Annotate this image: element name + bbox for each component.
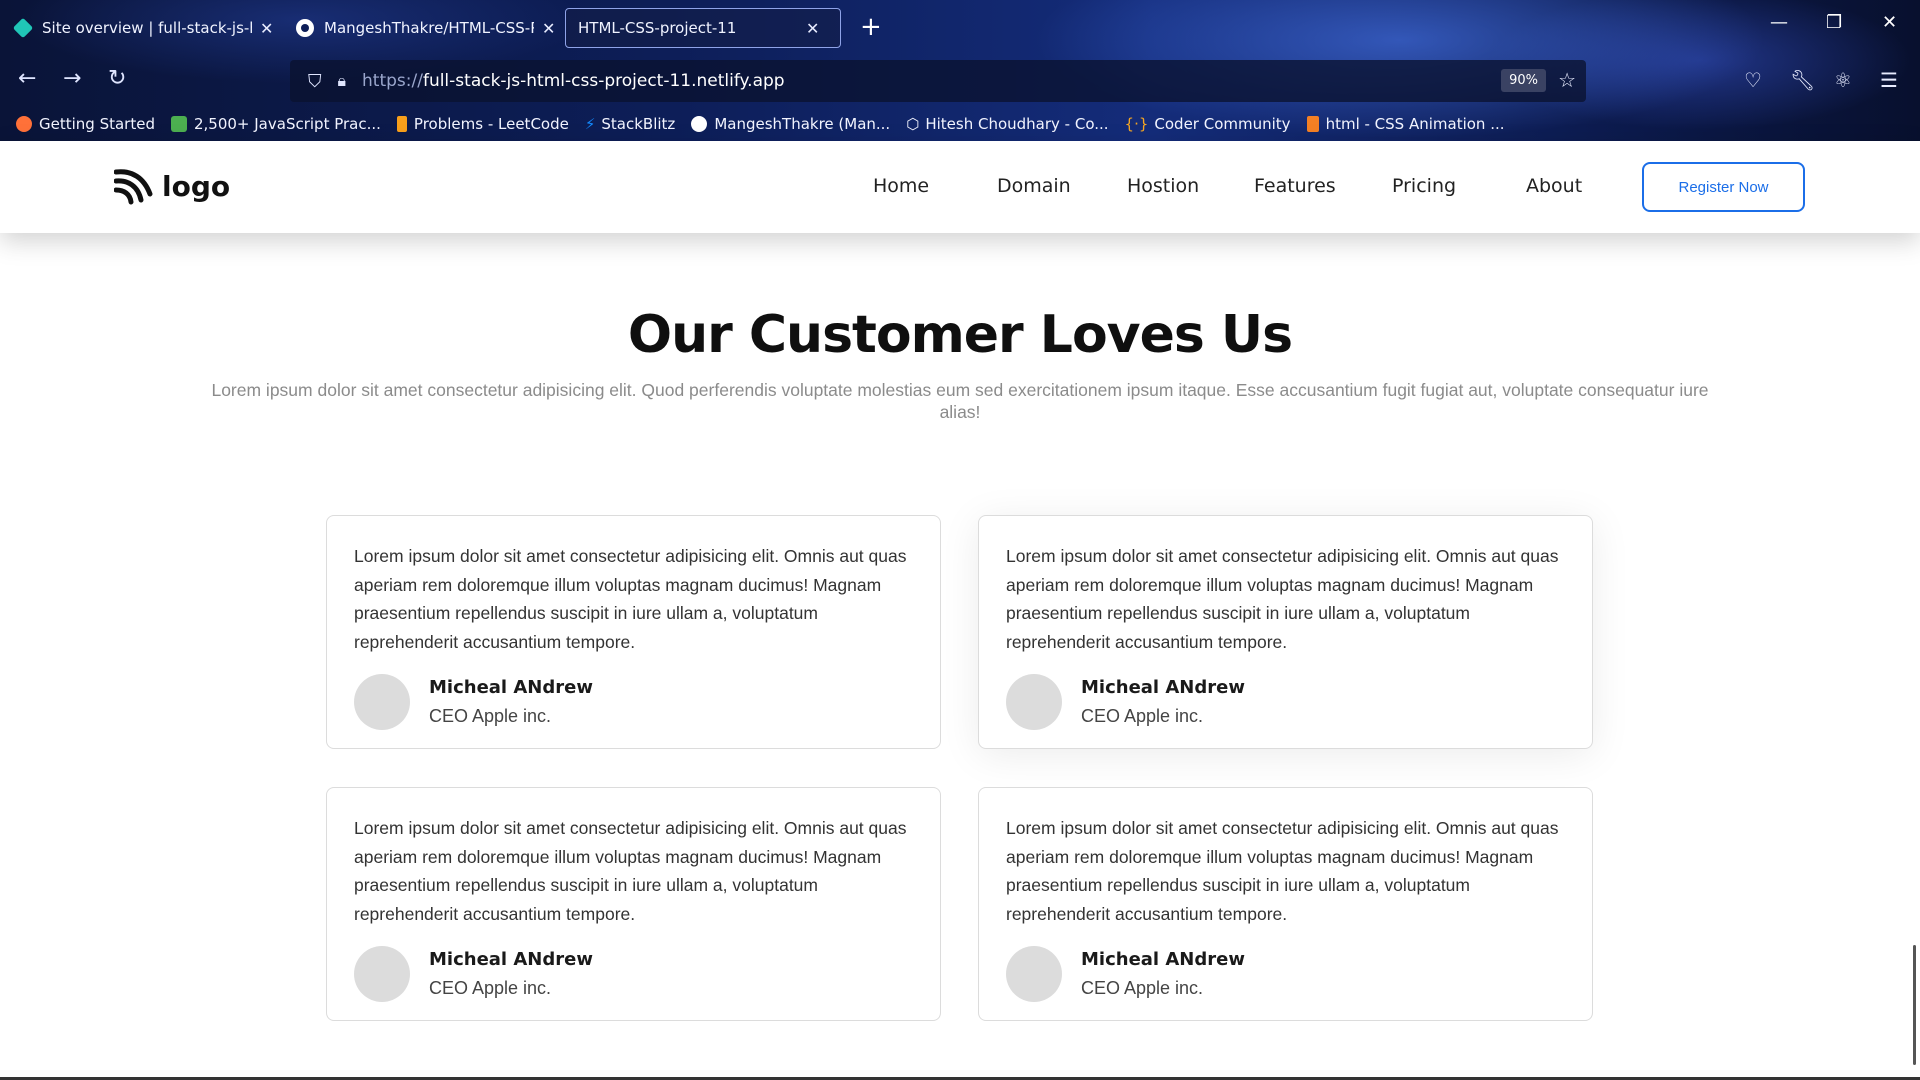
logo-text: logo bbox=[162, 169, 231, 203]
bookmark-label: Problems - LeetCode bbox=[413, 115, 569, 133]
avatar bbox=[354, 674, 410, 730]
stackoverflow-icon bbox=[1306, 116, 1319, 132]
testimonial-card: Lorem ipsum dolor sit amet consectetur a… bbox=[326, 787, 941, 1021]
testimonial-text: Lorem ipsum dolor sit amet consectetur a… bbox=[354, 818, 907, 924]
author-name: Micheal ANdrew bbox=[1081, 949, 1245, 970]
new-tab-button[interactable]: + bbox=[860, 12, 882, 42]
shield-icon[interactable]: ⛉ bbox=[308, 71, 322, 92]
bookmark-label: html - CSS Animation ... bbox=[1325, 115, 1505, 133]
close-icon[interactable]: ✕ bbox=[806, 19, 819, 38]
back-icon[interactable]: ← bbox=[18, 66, 36, 91]
wrench-icon[interactable]: 🔧︎ bbox=[1790, 68, 1815, 92]
url-protocol: https:// bbox=[362, 71, 423, 91]
author-name: Micheal ANdrew bbox=[429, 949, 593, 970]
bookmark-label: 2,500+ JavaScript Prac... bbox=[193, 115, 381, 133]
leetcode-icon bbox=[396, 116, 407, 132]
restore-icon[interactable]: ❐ bbox=[1826, 12, 1842, 33]
tab-title: Site overview | full-stack-js-html bbox=[42, 19, 252, 37]
nav-link-pricing[interactable]: Pricing bbox=[1392, 175, 1456, 197]
react-devtools-icon[interactable]: ⚛ bbox=[1834, 68, 1852, 92]
nav-link-features[interactable]: Features bbox=[1254, 175, 1336, 197]
tab-active-project[interactable]: HTML-CSS-project-11 ✕ bbox=[565, 8, 841, 48]
avatar bbox=[1006, 674, 1062, 730]
address-bar[interactable]: ⛉ 🔒︎ https://full-stack-js-html-css-proj… bbox=[290, 60, 1586, 102]
section-subtitle: Lorem ipsum dolor sit amet consectetur a… bbox=[211, 380, 1709, 422]
cube-icon: ⬡ bbox=[906, 115, 920, 133]
w3resource-icon bbox=[170, 116, 187, 132]
nav-link-domain[interactable]: Domain bbox=[997, 175, 1071, 197]
scrollbar-thumb[interactable] bbox=[1913, 945, 1916, 1065]
nav-link-home[interactable]: Home bbox=[873, 175, 929, 197]
logo-mark-icon bbox=[114, 169, 153, 205]
bookmark-getting-started[interactable]: Getting Started bbox=[16, 115, 155, 133]
tab-title: HTML-CSS-project-11 bbox=[578, 19, 737, 37]
bookmark-label: Hitesh Choudhary - Co... bbox=[925, 115, 1109, 133]
testimonial-card: Lorem ipsum dolor sit amet consectetur a… bbox=[326, 515, 941, 749]
bookmark-css-animation[interactable]: html - CSS Animation ... bbox=[1306, 115, 1505, 133]
register-now-button[interactable]: Register Now bbox=[1642, 162, 1805, 212]
bolt-icon: ⚡︎ bbox=[584, 115, 596, 133]
close-icon[interactable]: ✕ bbox=[260, 19, 273, 38]
avatar bbox=[354, 946, 410, 1002]
avatar bbox=[1006, 946, 1062, 1002]
bookmark-label: MangeshThakre (Man... bbox=[714, 115, 891, 133]
testimonial-text: Lorem ipsum dolor sit amet consectetur a… bbox=[1006, 546, 1559, 652]
bookmarks-bar: Getting Started 2,500+ JavaScript Prac..… bbox=[0, 110, 1920, 138]
lock-icon[interactable]: 🔒︎ bbox=[338, 71, 347, 91]
tab-strip: Site overview | full-stack-js-html ✕ Man… bbox=[0, 0, 1920, 54]
testimonial-text: Lorem ipsum dolor sit amet consectetur a… bbox=[1006, 818, 1559, 924]
author-role: CEO Apple inc. bbox=[429, 706, 552, 726]
section-title: Our Customer Loves Us bbox=[627, 305, 1293, 365]
reload-icon[interactable]: ↻ bbox=[108, 66, 126, 91]
web-page: logo Home Domain Hostion Features Pricin… bbox=[0, 141, 1920, 1080]
braces-icon: {·} bbox=[1124, 115, 1149, 133]
tab-site-overview[interactable]: Site overview | full-stack-js-html ✕ bbox=[2, 8, 285, 48]
browser-chrome: Site overview | full-stack-js-html ✕ Man… bbox=[0, 0, 1920, 141]
github-icon bbox=[691, 116, 708, 132]
url-host: full-stack-js-html-css-project-11.netlif… bbox=[422, 71, 785, 91]
author-name: Micheal ANdrew bbox=[429, 677, 593, 698]
author-role: CEO Apple inc. bbox=[1081, 706, 1204, 726]
firefox-icon bbox=[16, 116, 32, 132]
author-name: Micheal ANdrew bbox=[1081, 677, 1245, 698]
tab-github-repo[interactable]: MangeshThakre/HTML-CSS-Pro ✕ bbox=[284, 8, 567, 48]
bookmark-github-profile[interactable]: MangeshThakre (Man... bbox=[691, 115, 890, 133]
bookmark-label: Getting Started bbox=[39, 115, 155, 133]
bookmark-label: StackBlitz bbox=[601, 115, 676, 133]
tab-title: MangeshThakre/HTML-CSS-Pro bbox=[324, 19, 534, 37]
testimonial-card: Lorem ipsum dolor sit amet consectetur a… bbox=[978, 515, 1593, 749]
minimize-icon[interactable]: — bbox=[1770, 12, 1788, 33]
bookmark-label: Coder Community bbox=[1154, 115, 1291, 133]
testimonial-card: Lorem ipsum dolor sit amet consectetur a… bbox=[978, 787, 1593, 1021]
site-header: logo Home Domain Hostion Features Pricin… bbox=[0, 141, 1920, 233]
nav-link-about[interactable]: About bbox=[1526, 175, 1582, 197]
forward-icon[interactable]: → bbox=[63, 66, 81, 91]
close-window-icon[interactable]: ✕ bbox=[1882, 12, 1897, 33]
close-icon[interactable]: ✕ bbox=[542, 19, 555, 38]
navigation-toolbar: ← → ↻ ⛉ 🔒︎ https://full-stack-js-html-cs… bbox=[0, 58, 1920, 104]
testimonial-text: Lorem ipsum dolor sit amet consectetur a… bbox=[354, 546, 907, 652]
author-role: CEO Apple inc. bbox=[429, 978, 552, 998]
nav-link-hostion[interactable]: Hostion bbox=[1127, 175, 1199, 197]
pocket-icon[interactable]: ♡ bbox=[1744, 68, 1762, 92]
zoom-level-badge[interactable]: 90% bbox=[1501, 69, 1546, 92]
bookmark-leetcode[interactable]: Problems - LeetCode bbox=[396, 115, 569, 133]
bookmark-star-icon[interactable]: ☆ bbox=[1558, 68, 1576, 92]
bookmark-javascript-practice[interactable]: 2,500+ JavaScript Prac... bbox=[170, 115, 381, 133]
url-text[interactable]: https://full-stack-js-html-css-project-1… bbox=[362, 71, 785, 91]
bookmark-stackblitz[interactable]: ⚡︎ StackBlitz bbox=[585, 115, 675, 133]
menu-icon[interactable]: ☰ bbox=[1880, 68, 1898, 92]
bookmark-coder-community[interactable]: {·} Coder Community bbox=[1125, 115, 1291, 133]
author-role: CEO Apple inc. bbox=[1081, 978, 1204, 998]
bookmark-hitesh-choudhary[interactable]: ⬡ Hitesh Choudhary - Co... bbox=[906, 115, 1108, 133]
site-logo[interactable]: logo bbox=[114, 166, 230, 206]
github-icon bbox=[296, 19, 314, 37]
netlify-icon bbox=[12, 17, 34, 39]
